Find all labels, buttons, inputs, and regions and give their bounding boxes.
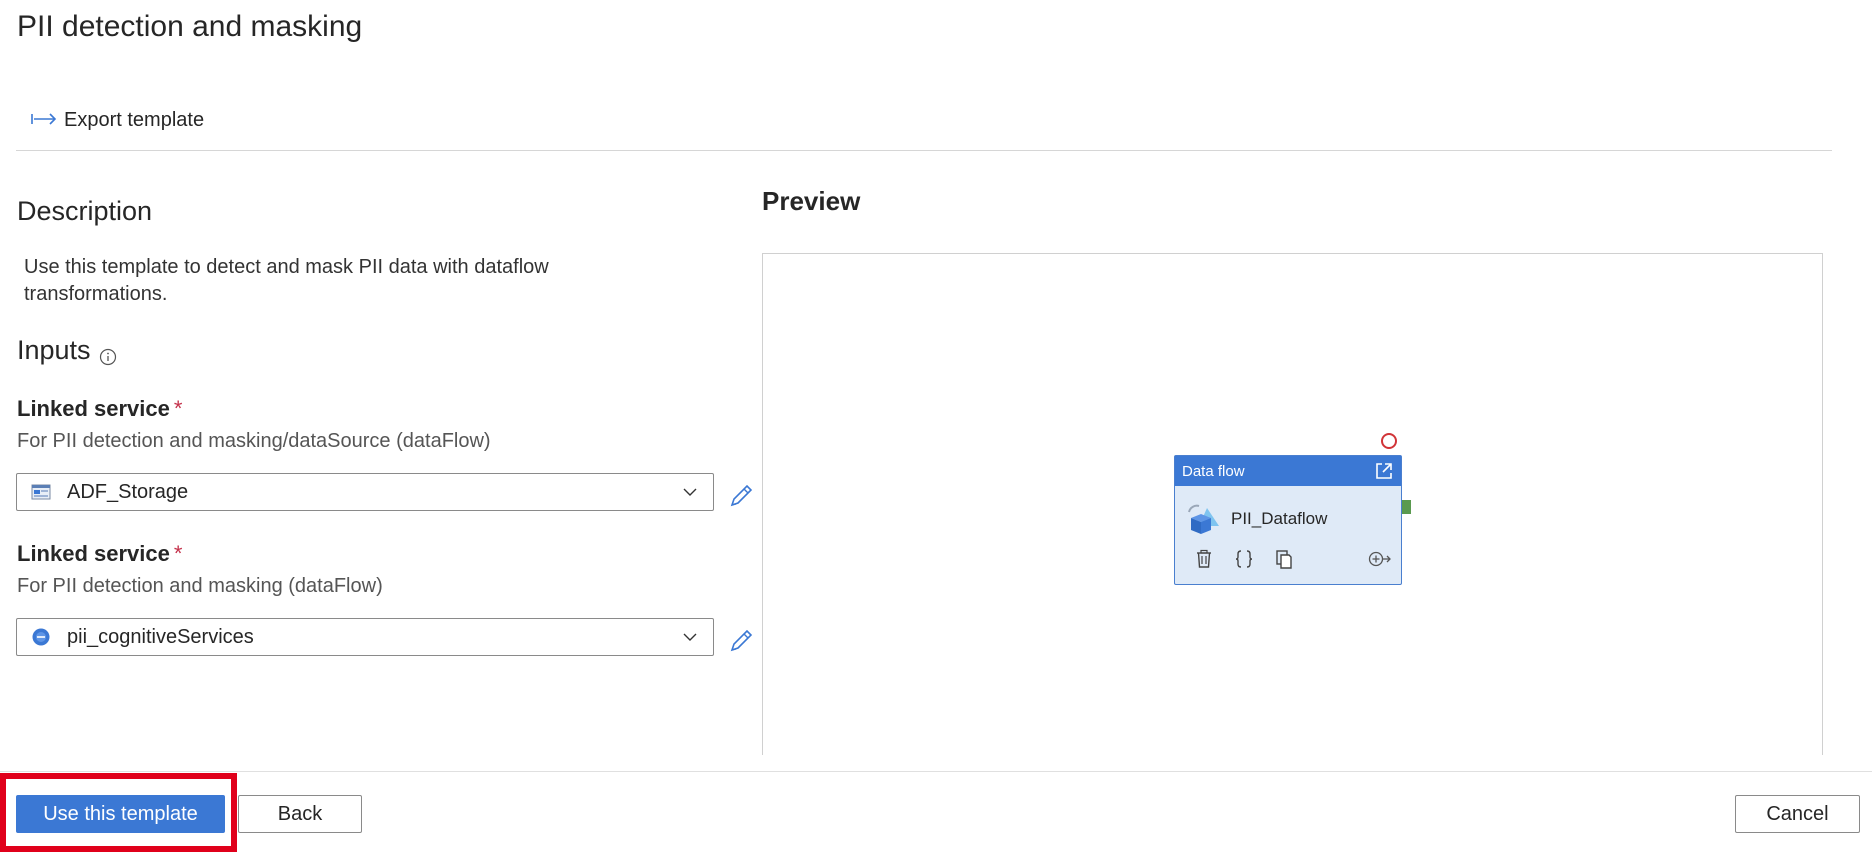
inputs-title-label: Inputs: [17, 335, 91, 365]
activity-body: PII_Dataflow: [1175, 486, 1401, 538]
open-external-icon[interactable]: [1373, 460, 1395, 482]
linked-service-sublabel-2: For PII detection and masking (dataFlow): [17, 575, 383, 597]
export-template-label: Export template: [64, 108, 205, 131]
required-marker: *: [173, 396, 183, 421]
export-arrow-icon: [30, 110, 60, 130]
field-label-text: Linked service: [17, 541, 170, 566]
chevron-down-icon: [681, 628, 699, 646]
dataflow-icon: [1185, 500, 1223, 538]
delete-icon[interactable]: [1193, 548, 1215, 570]
activity-name: PII_Dataflow: [1231, 509, 1328, 528]
linked-service-sublabel-1: For PII detection and masking/dataSource…: [17, 430, 491, 452]
activity-output-port[interactable]: [1402, 500, 1411, 514]
cancel-button[interactable]: Cancel: [1735, 795, 1860, 833]
description-text: Use this template to detect and mask PII…: [24, 256, 549, 305]
use-this-template-button[interactable]: Use this template: [16, 795, 225, 833]
footer-divider: [0, 771, 1872, 772]
info-icon[interactable]: [99, 342, 117, 365]
back-button[interactable]: Back: [238, 795, 362, 833]
storage-account-icon: [31, 482, 51, 502]
pencil-icon: [726, 629, 756, 660]
pencil-icon: [726, 484, 756, 515]
activity-actions: [1175, 538, 1401, 570]
preview-title: Preview: [762, 186, 861, 216]
copy-icon[interactable]: [1273, 548, 1295, 570]
edit-linked-service-button-1[interactable]: [726, 481, 756, 511]
inputs-title: Inputs: [17, 335, 117, 366]
description-title: Description: [17, 196, 153, 226]
required-marker: *: [173, 541, 183, 566]
linked-service-value-2: pii_cognitiveServices: [67, 625, 254, 648]
field-label-text: Linked service: [17, 396, 170, 421]
dataflow-activity-card[interactable]: Data flow PII_Dataflow: [1174, 455, 1402, 585]
add-output-icon[interactable]: [1367, 548, 1393, 570]
activity-type-label: Data flow: [1182, 462, 1245, 480]
code-icon[interactable]: [1233, 548, 1255, 570]
edit-linked-service-button-2[interactable]: [726, 626, 756, 656]
header-divider: [16, 150, 1832, 151]
chevron-down-icon: [681, 483, 699, 501]
linked-service-select-1[interactable]: ADF_Storage: [16, 473, 714, 511]
export-template-button[interactable]: Export template: [30, 104, 204, 136]
linked-service-select-2[interactable]: pii_cognitiveServices: [16, 618, 714, 656]
linked-service-label-1: Linked service *: [17, 396, 182, 422]
linked-service-value-1: ADF_Storage: [67, 480, 189, 503]
page-title: PII detection and masking: [17, 10, 363, 43]
cognitive-services-icon: [31, 627, 51, 647]
activity-header: Data flow: [1175, 456, 1401, 486]
linked-service-label-2: Linked service *: [17, 541, 182, 567]
activity-status-circle: [1381, 433, 1397, 449]
